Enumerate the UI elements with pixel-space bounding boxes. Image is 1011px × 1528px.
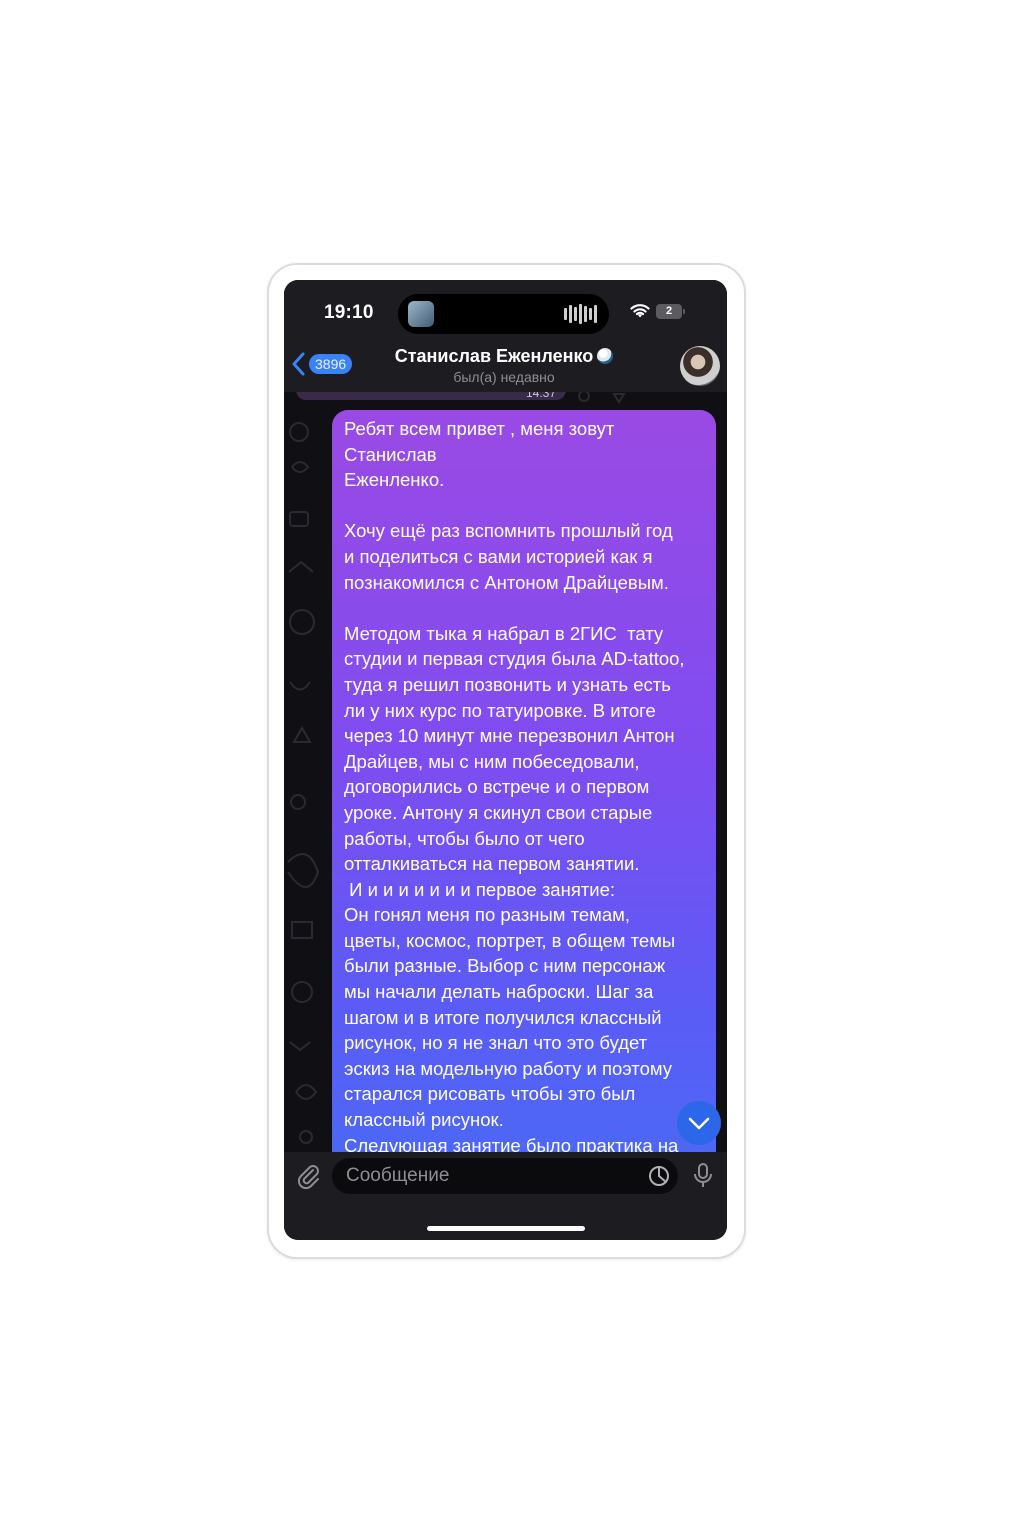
status-bar: 19:10 2 (284, 280, 727, 340)
now-playing-thumbnail (408, 301, 434, 327)
status-time: 19:10 (324, 302, 374, 323)
message-input[interactable]: Сообщение (332, 1158, 678, 1194)
message-timestamp: 14:37 (526, 392, 557, 400)
chat-header: 3896 Станислав Еженленко был(а) недавно (284, 340, 727, 392)
audio-waveform-icon (564, 304, 597, 324)
message-bubble[interactable]: Ребят всем привет , меня зовут Станислав… (332, 410, 716, 1152)
microphone-icon[interactable] (692, 1162, 714, 1190)
home-indicator[interactable] (427, 1226, 585, 1231)
battery-indicator: 2 (656, 304, 685, 319)
dynamic-island[interactable] (398, 294, 609, 334)
scroll-to-bottom-button[interactable] (677, 1101, 721, 1145)
wifi-icon (630, 304, 650, 318)
avatar[interactable] (680, 346, 720, 386)
last-seen-status: был(а) недавно (453, 369, 555, 385)
emoji-status-icon (597, 348, 614, 364)
message-input-bar: Сообщение (284, 1152, 727, 1240)
chat-title-block[interactable]: Станислав Еженленко был(а) недавно (364, 346, 644, 385)
chat-area[interactable]: 14:37 Ребят всем привет , меня зовут Ста… (284, 392, 727, 1152)
phone-screen: 19:10 2 3896 Станислав Еженленко был(а) … (284, 280, 727, 1240)
attach-icon[interactable] (294, 1162, 322, 1190)
message-text: Ребят всем привет , меня зовут Станислав… (344, 418, 685, 1152)
back-chevron-icon (292, 352, 305, 376)
chevron-down-icon (688, 1117, 710, 1130)
back-button[interactable]: 3896 (292, 352, 353, 376)
message-input-placeholder: Сообщение (346, 1165, 450, 1186)
sticker-icon[interactable] (648, 1165, 670, 1187)
unread-count-badge: 3896 (309, 354, 353, 374)
chat-title: Станислав Еженленко (394, 346, 594, 366)
